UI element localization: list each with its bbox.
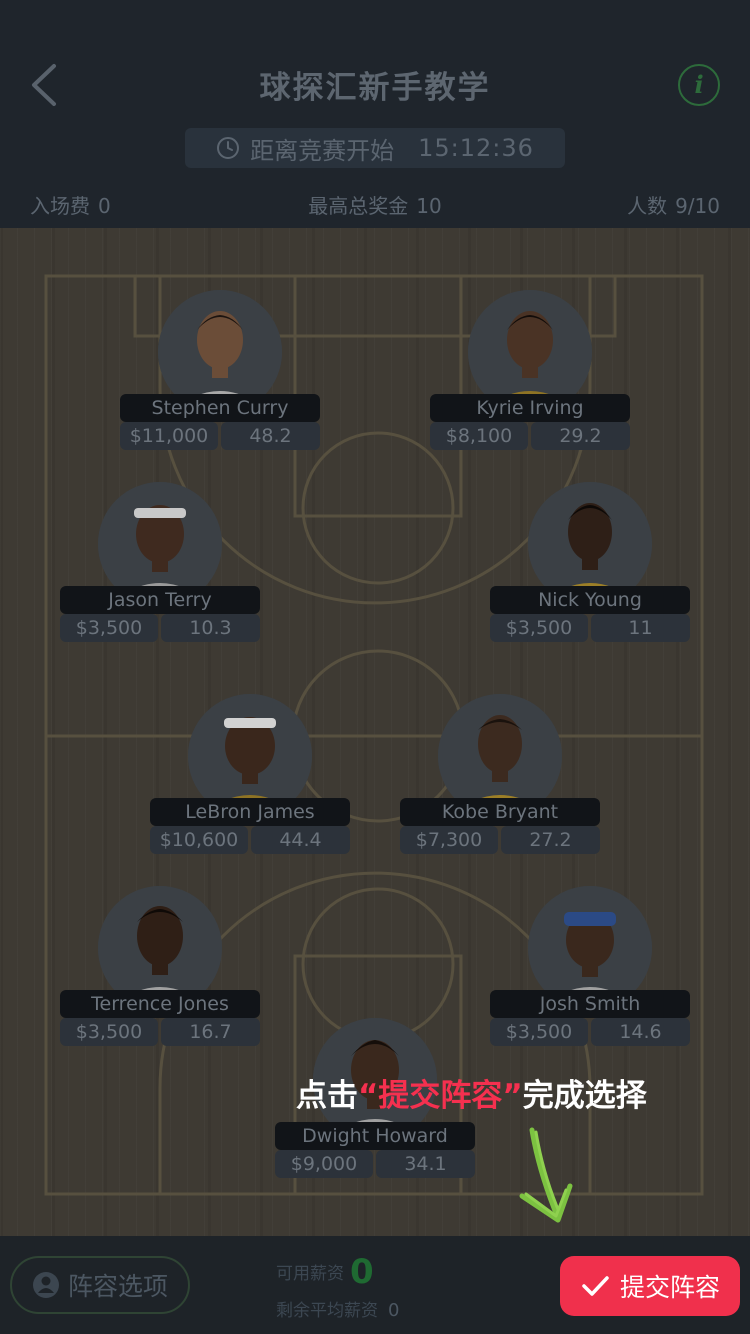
submit-lineup-button[interactable]: 提交阵容 — [560, 1256, 740, 1316]
player-count-value: 9/10 — [675, 194, 720, 218]
info-button[interactable]: i — [678, 64, 720, 106]
player-points: 34.1 — [376, 1150, 475, 1178]
clock-icon — [217, 137, 240, 159]
check-icon — [582, 1276, 609, 1296]
player-name: Kobe Bryant — [400, 798, 600, 826]
player-name: Dwight Howard — [275, 1122, 475, 1150]
player-name: Stephen Curry — [120, 394, 320, 422]
player-count-label: 人数 — [627, 194, 668, 218]
player-points: 48.2 — [221, 422, 320, 450]
player-points: 44.4 — [251, 826, 350, 854]
player-card[interactable]: Kobe Bryant $7,300 27.2 — [400, 694, 600, 854]
available-salary-label: 可用薪资 — [276, 1264, 344, 1284]
contest-stats: 入场费 0 最高总奖金 10 人数 9/10 — [0, 190, 750, 220]
header-bar: 球探汇新手教学 i 距离竞赛开始 15:12:36 入场费 0 最高总奖金 10 人… — [0, 0, 750, 228]
hint-prefix: 点击 — [296, 1078, 358, 1114]
player-name: Nick Young — [490, 586, 690, 614]
player-card[interactable]: Josh Smith $3,500 14.6 — [490, 886, 690, 1046]
player-points: 10.3 — [161, 614, 260, 642]
player-card[interactable]: Nick Young $3,500 11 — [490, 482, 690, 642]
average-salary-label: 剩余平均薪资 — [276, 1301, 378, 1321]
player-salary: $8,100 — [430, 422, 528, 450]
player-name: Terrence Jones — [60, 990, 260, 1018]
player-name: Josh Smith — [490, 990, 690, 1018]
tutorial-hint: 点击“提交阵容”完成选择 — [296, 1070, 647, 1115]
player-salary: $9,000 — [275, 1150, 373, 1178]
player-name: Jason Terry — [60, 586, 260, 614]
player-points: 16.7 — [161, 1018, 260, 1046]
player-card[interactable]: Stephen Curry $11,000 48.2 — [120, 290, 320, 450]
player-salary: $7,300 — [400, 826, 498, 854]
player-name: Kyrie Irving — [430, 394, 630, 422]
submit-lineup-label: 提交阵容 — [619, 1273, 720, 1302]
available-salary: 可用薪资 0 — [276, 1252, 374, 1292]
max-prize-value: 10 — [416, 194, 442, 218]
available-salary-value: 0 — [350, 1252, 374, 1292]
player-points: 14.6 — [591, 1018, 690, 1046]
info-icon: i — [694, 70, 704, 99]
bottom-bar: 阵容选项 可用薪资 0 剩余平均薪资 0 提交阵容 — [0, 1236, 750, 1334]
player-salary: $3,500 — [490, 1018, 588, 1046]
lineup-options-label: 阵容选项 — [67, 1272, 168, 1301]
countdown-banner: 距离竞赛开始 15:12:36 — [185, 128, 565, 168]
player-salary: $3,500 — [60, 614, 158, 642]
player-salary: $3,500 — [60, 1018, 158, 1046]
lineup-options-button[interactable]: 阵容选项 — [10, 1256, 190, 1314]
person-icon — [32, 1272, 59, 1298]
player-count: 人数 9/10 — [627, 190, 720, 219]
player-salary: $11,000 — [120, 422, 218, 450]
player-name: LeBron James — [150, 798, 350, 826]
player-card[interactable]: Kyrie Irving $8,100 29.2 — [430, 290, 630, 450]
player-card[interactable]: Terrence Jones $3,500 16.7 — [60, 886, 260, 1046]
average-salary: 剩余平均薪资 0 — [276, 1296, 399, 1321]
hint-highlight: “提交阵容” — [358, 1078, 523, 1114]
salary-summary: 可用薪资 0 剩余平均薪资 0 — [276, 1252, 476, 1322]
page-title: 球探汇新手教学 — [259, 70, 491, 106]
hand-drawn-arrow-icon — [519, 1127, 573, 1223]
player-salary: $10,600 — [150, 826, 248, 854]
player-points: 27.2 — [501, 826, 600, 854]
max-prize-label: 最高总奖金 — [308, 194, 409, 218]
countdown-label: 距离竞赛开始 — [250, 136, 395, 165]
average-salary-value: 0 — [388, 1300, 400, 1321]
player-salary: $3,500 — [490, 614, 588, 642]
countdown-time: 15:12:36 — [418, 134, 534, 162]
player-card[interactable]: LeBron James $10,600 44.4 — [150, 694, 350, 854]
hint-suffix: 完成选择 — [522, 1078, 647, 1114]
player-points: 11 — [591, 614, 690, 642]
player-points: 29.2 — [531, 422, 630, 450]
player-card[interactable]: Jason Terry $3,500 10.3 — [60, 482, 260, 642]
